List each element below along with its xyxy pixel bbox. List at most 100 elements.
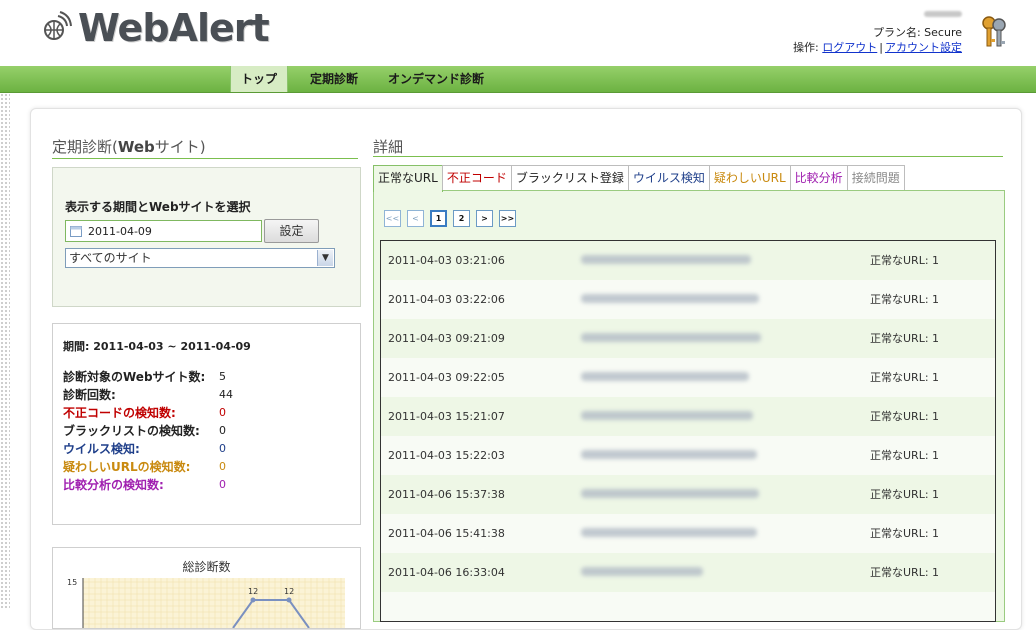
table-row[interactable]: 2011-04-03 03:21:06 正常なURL: 1 <box>381 241 995 281</box>
table-row[interactable]: 2011-04-03 03:22:06 正常なURL: 1 <box>381 280 995 320</box>
pagination: << < 1 2 > >> <box>384 210 522 227</box>
table-row[interactable] <box>381 592 995 621</box>
date-field[interactable]: 2011-04-09 <box>65 220 262 242</box>
row-url-redacted[interactable] <box>581 294 759 303</box>
detail-title: 詳細 <box>373 136 1003 157</box>
link-separator: | <box>879 41 883 54</box>
tab-0[interactable]: 正常なURL <box>373 165 443 192</box>
chart-title: 総診断数 <box>182 560 231 574</box>
tab-1[interactable]: 不正コード <box>441 165 512 190</box>
user-info: プラン名: Secure 操作: ログアウト | アカウント設定 <box>793 10 962 55</box>
chart-plot: 15 12 12 <box>67 578 345 628</box>
row-timestamp: 2011-04-03 09:21:09 <box>388 332 505 345</box>
data-point <box>286 597 292 603</box>
user-id-redacted <box>924 11 962 17</box>
stat-value: 0 <box>219 460 226 473</box>
tab-2[interactable]: ブラックリスト登録 <box>510 165 629 190</box>
data-point <box>250 597 256 603</box>
stat-label: ブラックリストの検知数: <box>63 424 200 438</box>
stat-value: 0 <box>219 442 226 455</box>
plot-area <box>83 578 345 628</box>
page-1-button[interactable]: 1 <box>430 210 447 227</box>
row-url-redacted[interactable] <box>581 489 759 498</box>
row-url-redacted[interactable] <box>581 255 751 264</box>
period-site-selector: 表示する期間とWebサイトを選択 2011-04-09 設定 すべてのサイト ▼ <box>52 167 361 307</box>
row-status: 正常なURL: 1 <box>870 332 940 345</box>
row-url-redacted[interactable] <box>581 372 749 381</box>
results-table: 2011-04-03 03:21:06 正常なURL: 1 2011-04-03 0… <box>380 240 996 622</box>
data-label: 12 <box>284 587 294 596</box>
table-row[interactable]: 2011-04-03 15:21:07 正常なURL: 1 <box>381 397 995 437</box>
stat-value: 5 <box>219 370 226 383</box>
table-row[interactable]: 2011-04-03 09:22:05 正常なURL: 1 <box>381 358 995 398</box>
operations-label: 操作: <box>793 41 819 54</box>
row-url-redacted[interactable] <box>581 567 703 576</box>
row-status: 正常なURL: 1 <box>870 527 940 540</box>
tab-5[interactable]: 比較分析 <box>789 165 848 190</box>
period-label: 期間: 2011-04-03 ~ 2011-04-09 <box>63 340 251 353</box>
first-page-button[interactable]: << <box>384 210 401 227</box>
detail-tabs: 正常なURL 不正コード ブラックリスト登録 ウイルス検知 疑わしいURL 比較分析 接続問… <box>373 165 905 192</box>
table-row[interactable]: 2011-04-06 16:33:04 正常なURL: 1 <box>381 553 995 593</box>
stat-label: ウイルス検知: <box>63 442 140 456</box>
logo[interactable]: WebAlert <box>34 6 270 50</box>
stat-value: 0 <box>219 406 226 419</box>
dropdown-arrow-icon[interactable]: ▼ <box>317 250 333 266</box>
table-row[interactable]: 2011-04-03 15:22:03 正常なURL: 1 <box>381 436 995 476</box>
title-suffix: サイト) <box>154 138 206 156</box>
row-status: 正常なURL: 1 <box>870 566 940 579</box>
user-operations: 操作: ログアウト | アカウント設定 <box>793 40 962 55</box>
tab-4[interactable]: 疑わしいURL <box>708 165 791 190</box>
row-status: 正常なURL: 1 <box>870 449 940 462</box>
y-tick-label: 15 <box>67 578 77 587</box>
table-row[interactable]: 2011-04-06 15:37:38 正常なURL: 1 <box>381 475 995 515</box>
next-page-button[interactable]: > <box>476 210 493 227</box>
row-timestamp: 2011-04-03 15:22:03 <box>388 449 505 462</box>
globe-signal-icon <box>44 11 72 40</box>
row-timestamp: 2011-04-03 03:21:06 <box>388 254 505 267</box>
row-timestamp: 2011-04-06 15:37:38 <box>388 488 505 501</box>
row-status: 正常なURL: 1 <box>870 371 940 384</box>
table-row[interactable]: 2011-04-06 15:41:38 正常なURL: 1 <box>381 514 995 554</box>
row-url-redacted[interactable] <box>581 411 753 420</box>
selector-title: 表示する期間とWebサイトを選択 <box>65 200 251 214</box>
stats-summary: 期間: 2011-04-03 ~ 2011-04-09 診断対象のWebサイト数… <box>52 323 361 525</box>
row-timestamp: 2011-04-03 09:22:05 <box>388 371 505 384</box>
row-url-redacted[interactable] <box>581 333 761 342</box>
tab-3[interactable]: ウイルス検知 <box>627 165 710 190</box>
row-timestamp: 2011-04-06 16:33:04 <box>388 566 505 579</box>
stat-label: 診断対象のWebサイト数: <box>63 370 206 384</box>
account-settings-link[interactable]: アカウント設定 <box>885 41 962 54</box>
date-value: 2011-04-09 <box>88 224 152 238</box>
main-nav: トップ 定期診断 オンデマンド診断 <box>0 66 1036 93</box>
total-scans-chart: 総診断数 15 12 12 <box>52 547 361 629</box>
row-status: 正常なURL: 1 <box>870 410 940 423</box>
nav-top[interactable]: トップ <box>230 66 289 92</box>
site-select-value: すべてのサイト <box>69 251 152 265</box>
row-status: 正常なURL: 1 <box>870 254 940 267</box>
stat-value: 0 <box>219 478 226 491</box>
last-page-button[interactable]: >> <box>499 210 516 227</box>
tab-6[interactable]: 接続問題 <box>846 165 905 190</box>
site-select[interactable]: すべてのサイト ▼ <box>65 248 335 268</box>
page-2-button[interactable]: 2 <box>453 210 470 227</box>
title-bold: Web <box>117 138 155 156</box>
set-button[interactable]: 設定 <box>264 219 319 243</box>
nav-on-demand-scan[interactable]: オンデマンド診断 <box>378 66 494 92</box>
keys-icon <box>982 16 1006 47</box>
data-label: 12 <box>248 587 258 596</box>
row-url-redacted[interactable] <box>581 528 757 537</box>
row-url-redacted[interactable] <box>581 450 757 459</box>
header: WebAlert プラン名: Secure 操作: ログアウト | アカウント設定 <box>0 0 1036 66</box>
row-timestamp: 2011-04-03 03:22:06 <box>388 293 505 306</box>
logout-link[interactable]: ログアウト <box>822 41 877 54</box>
logo-text: WebAlert <box>78 6 270 50</box>
scheduled-scan-title: 定期診断(Webサイト) <box>52 136 358 159</box>
nav-scheduled-scan[interactable]: 定期診断 <box>300 66 368 92</box>
table-row[interactable]: 2011-04-03 09:21:09 正常なURL: 1 <box>381 319 995 359</box>
stat-value: 44 <box>219 388 233 401</box>
row-status: 正常なURL: 1 <box>870 488 940 501</box>
calendar-icon[interactable] <box>70 225 82 237</box>
prev-page-button[interactable]: < <box>407 210 424 227</box>
stat-label: 不正コードの検知数: <box>63 406 176 420</box>
